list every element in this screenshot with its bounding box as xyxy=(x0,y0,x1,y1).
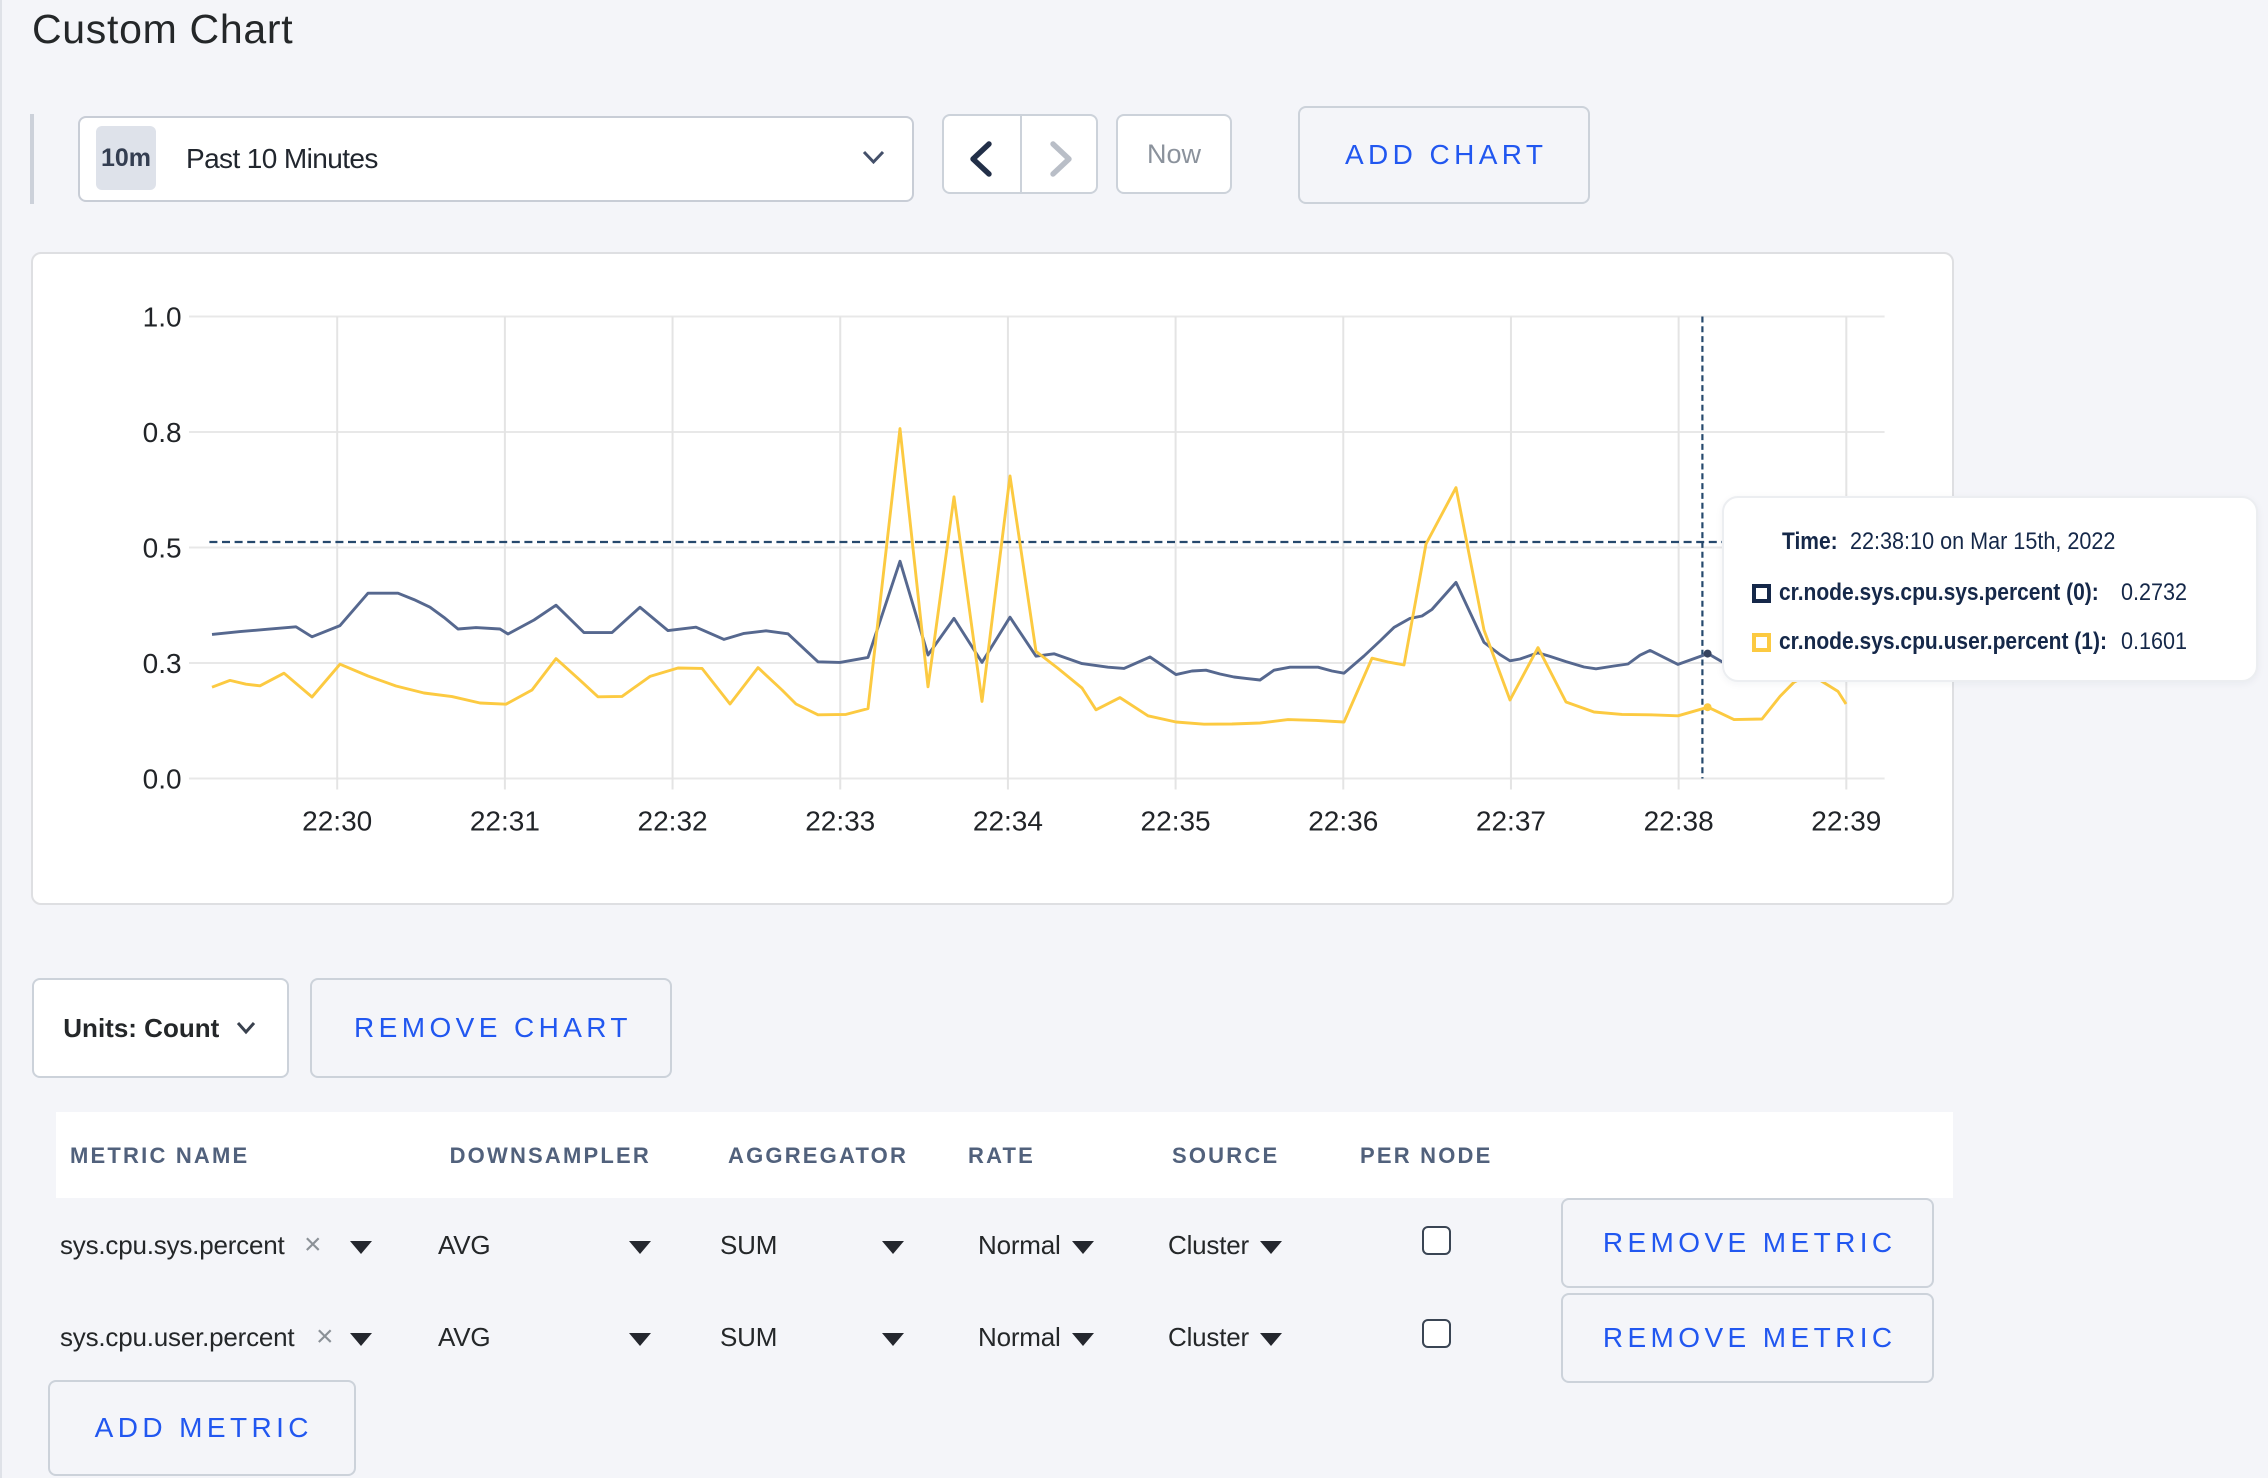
svg-text:0.5: 0.5 xyxy=(143,533,182,564)
svg-text:22:32: 22:32 xyxy=(638,806,708,837)
svg-text:0.0: 0.0 xyxy=(143,764,182,795)
svg-text:22:31: 22:31 xyxy=(470,806,540,837)
svg-text:22:37: 22:37 xyxy=(1476,806,1546,837)
svg-text:22:38: 22:38 xyxy=(1644,806,1714,837)
svg-text:0.8: 0.8 xyxy=(143,417,182,448)
svg-text:0.3: 0.3 xyxy=(143,648,182,679)
svg-text:22:30: 22:30 xyxy=(302,806,372,837)
svg-text:22:39: 22:39 xyxy=(1811,806,1881,837)
svg-text:22:34: 22:34 xyxy=(973,806,1043,837)
svg-text:22:33: 22:33 xyxy=(805,806,875,837)
svg-text:22:35: 22:35 xyxy=(1141,806,1211,837)
svg-text:22:36: 22:36 xyxy=(1308,806,1378,837)
svg-text:1.0: 1.0 xyxy=(143,302,182,333)
